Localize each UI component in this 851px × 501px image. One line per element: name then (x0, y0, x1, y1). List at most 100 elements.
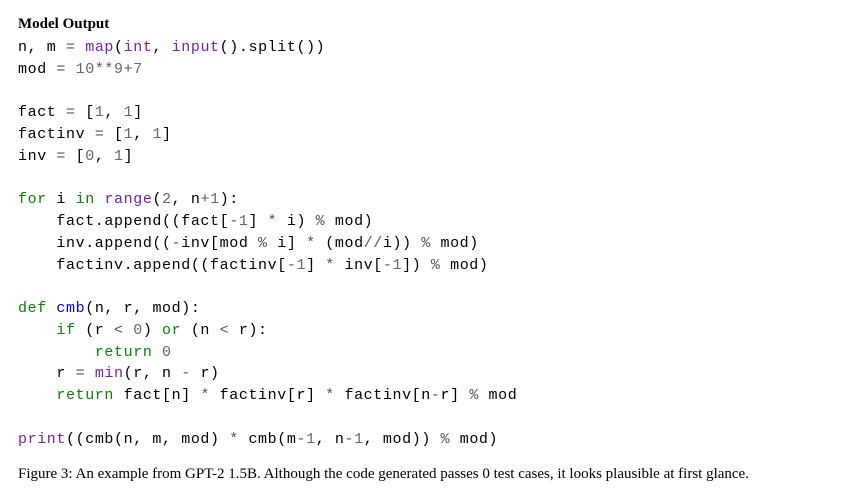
code-token: = (66, 104, 85, 121)
code-token: % (316, 213, 335, 230)
code-token: * (325, 387, 344, 404)
code-token: cmb (56, 300, 85, 317)
code-token: 9 (114, 61, 124, 78)
code-token: return (95, 344, 153, 361)
code-token: ): (220, 191, 239, 208)
code-token: ( (152, 191, 162, 208)
code-token: ]) (402, 257, 431, 274)
code-token (18, 322, 56, 339)
code-token: int (124, 39, 153, 56)
code-token: ** (95, 61, 114, 78)
code-token: = (95, 126, 114, 143)
code-token: mod) (335, 213, 373, 230)
code-token: , n (316, 431, 345, 448)
code-token: factinv[n (344, 387, 430, 404)
code-token: or (162, 322, 181, 339)
code-token: < (114, 322, 133, 339)
code-token: mod) (460, 431, 498, 448)
code-token: , mod)) (364, 431, 441, 448)
code-token: (r (76, 322, 114, 339)
code-token: = (66, 39, 85, 56)
code-token: (mod (325, 235, 363, 252)
code-token: - (431, 387, 441, 404)
code-token: r) (200, 365, 219, 382)
code-token: [ (114, 126, 124, 143)
code-token (152, 344, 162, 361)
code-token: r (18, 365, 76, 382)
code-token: , (152, 39, 171, 56)
code-token: = (56, 61, 75, 78)
code-token: , (95, 148, 114, 165)
code-token: , n (172, 191, 201, 208)
code-token: fact (18, 104, 66, 121)
code-token: 1 (354, 431, 364, 448)
code-token: ) (143, 322, 162, 339)
code-token: * (268, 213, 287, 230)
code-token: r] (441, 387, 470, 404)
code-token: ] (248, 213, 267, 230)
code-token: 0 (85, 148, 95, 165)
code-token: - (172, 235, 182, 252)
code-token: - (181, 365, 200, 382)
code-token: * (306, 235, 325, 252)
code-token: 1 (124, 104, 134, 121)
code-token: factinv (18, 126, 95, 143)
code-token: i] (277, 235, 306, 252)
code-token: 1 (306, 431, 316, 448)
code-token: - (345, 431, 355, 448)
code-token: [ (85, 104, 95, 121)
code-token: min (95, 365, 124, 382)
figure-caption: Figure 3: An example from GPT-2 1.5B. Al… (18, 464, 833, 484)
code-token: (r, n (124, 365, 182, 382)
code-token: cmb(m (248, 431, 296, 448)
code-token: i (47, 191, 76, 208)
code-token: % (441, 431, 460, 448)
code-token: 2 (162, 191, 172, 208)
code-token: 1 (210, 191, 220, 208)
code-token: 1 (124, 126, 134, 143)
code-token: factinv[r] (220, 387, 326, 404)
code-token: 1 (239, 213, 249, 230)
code-token: input (172, 39, 220, 56)
code-token: - (229, 213, 239, 230)
code-token: = (56, 148, 75, 165)
code-token: ] (133, 104, 143, 121)
code-token: < (220, 322, 239, 339)
code-token: ] (162, 126, 172, 143)
code-token: ((cmb(n, m, mod) (66, 431, 229, 448)
code-token: * (200, 387, 219, 404)
code-token: i) (287, 213, 316, 230)
code-token: ] (306, 257, 325, 274)
code-token: r): (239, 322, 268, 339)
code-token (47, 300, 57, 317)
code-token: 1 (114, 148, 124, 165)
code-token: factinv.append((factinv[ (18, 257, 287, 274)
code-token: % (431, 257, 450, 274)
code-token: 7 (133, 61, 143, 78)
code-token: - (296, 431, 306, 448)
code-token: , (104, 104, 123, 121)
section-heading: Model Output (18, 16, 833, 33)
code-token: in (76, 191, 95, 208)
code-token: * (325, 257, 344, 274)
code-token: ().split()) (220, 39, 326, 56)
code-token (18, 344, 95, 361)
code-token: % (258, 235, 277, 252)
code-token: , (133, 126, 152, 143)
code-token: print (18, 431, 66, 448)
code-token: 0 (133, 322, 143, 339)
code-token: ] (124, 148, 134, 165)
code-token: fact[n] (114, 387, 200, 404)
code-token: mod (18, 61, 56, 78)
code-token: // (364, 235, 383, 252)
code-token: inv[ (344, 257, 382, 274)
code-token: * (229, 431, 248, 448)
code-token: range (104, 191, 152, 208)
code-token: def (18, 300, 47, 317)
code-token: 10 (76, 61, 95, 78)
code-token: mod (489, 387, 518, 404)
code-token: % (421, 235, 440, 252)
code-token: for (18, 191, 47, 208)
code-token: ( (114, 39, 124, 56)
code-token: 0 (162, 344, 172, 361)
